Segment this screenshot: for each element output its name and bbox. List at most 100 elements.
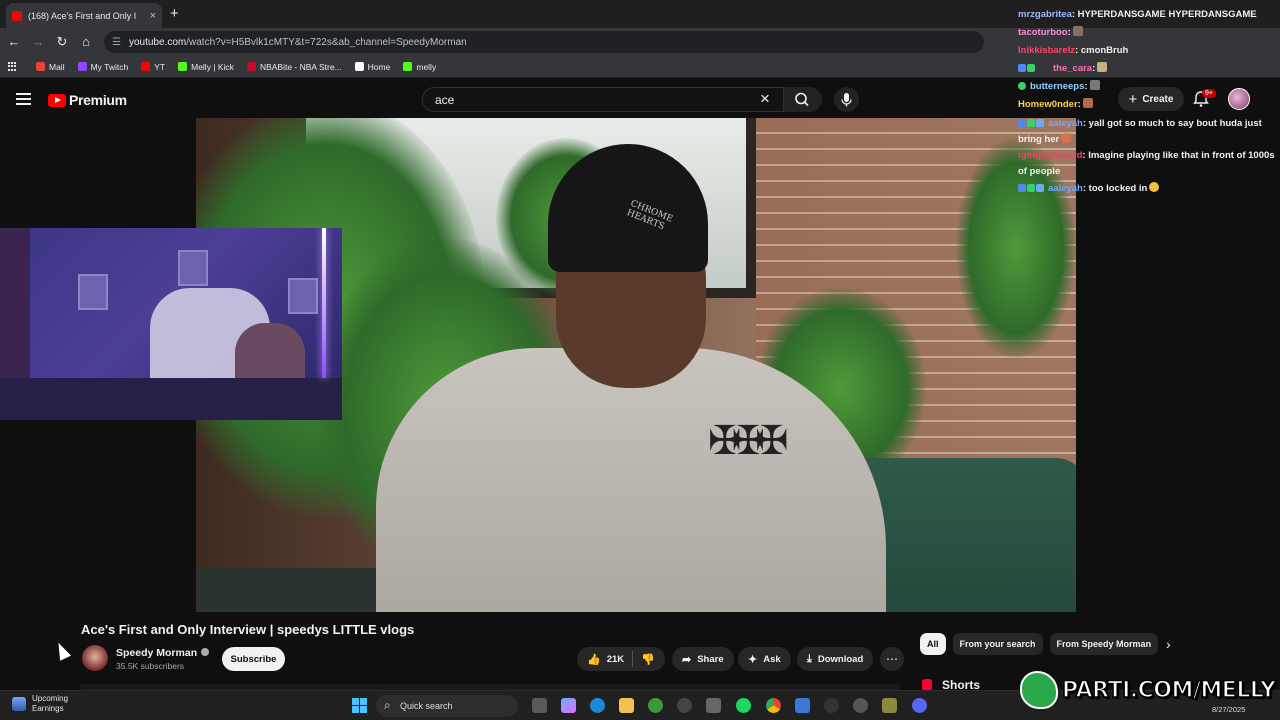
chat-badge-icon (1018, 64, 1026, 72)
forward-arrow-icon[interactable]: → (30, 34, 46, 49)
bookmark-mail[interactable]: Mail (36, 62, 65, 72)
emote-icon (1072, 26, 1083, 36)
mascot-logo-icon (1020, 671, 1058, 709)
emote-icon (1089, 80, 1100, 90)
webcam-overlay (0, 228, 342, 420)
start-windows-icon[interactable] (352, 698, 367, 713)
taskbar-search[interactable]: Quick search (376, 695, 518, 717)
url-host: youtube.com (128, 36, 187, 48)
download-icon: ⤓ (807, 652, 812, 665)
mouse-cursor-icon (52, 640, 72, 661)
bookmark-my-twitch[interactable]: My Twitch (77, 62, 128, 72)
discord-icon[interactable] (912, 698, 927, 713)
stream-branding-overlay: PARTI.COM/MELLY (1020, 668, 1278, 712)
chat-badge-icon (1027, 64, 1035, 72)
subscribe-button[interactable]: Subscribe (222, 647, 285, 671)
cross-logo-icon: ✠✠✠ (708, 419, 788, 463)
home-icon[interactable]: ⌂ (78, 34, 94, 49)
close-tab-icon[interactable]: × (150, 10, 156, 22)
emote-icon (1082, 98, 1093, 108)
chat-badge-icon (1018, 119, 1026, 127)
search-icon (795, 92, 809, 107)
gmail-icon (36, 62, 45, 71)
browser-tab-youtube[interactable]: (168) Ace's First and Only I × (6, 3, 162, 28)
branding-text: PARTI.COM/MELLY (1061, 677, 1276, 704)
channel-name[interactable]: Speedy Morman (116, 647, 210, 659)
bookmark-melly[interactable]: melly (403, 62, 436, 72)
microphone-icon (841, 93, 852, 107)
new-tab-button[interactable]: + (170, 5, 179, 22)
chrome-icon[interactable] (766, 698, 781, 713)
reload-icon[interactable]: ↻ (54, 34, 70, 50)
widgets-button[interactable]: Upcoming Earnings (12, 694, 68, 714)
chat-message: Homew0nder: (1018, 96, 1278, 114)
thumbs-down-icon[interactable]: 👎 (641, 653, 655, 666)
youtube-premium-logo[interactable]: Premium (48, 92, 127, 108)
file-explorer-icon[interactable] (619, 698, 634, 713)
bookmark-yt[interactable]: YT (141, 62, 165, 72)
chat-badge-icon (1027, 184, 1035, 192)
stream-chat-overlay: mrzgabritea: HYPERDANSGAME HYPERDANSGAME… (1014, 0, 1280, 200)
search-button[interactable] (784, 87, 822, 112)
task-view-icon[interactable] (532, 698, 547, 713)
download-button[interactable]: ⤓ Download (797, 647, 874, 671)
chip-all[interactable]: All (920, 633, 946, 655)
xbox-icon[interactable] (648, 698, 663, 713)
x-logo-icon (354, 62, 364, 71)
media-player-icon[interactable] (824, 698, 839, 713)
like-count[interactable]: 21K (607, 654, 624, 665)
subscriber-count: 35.5K subscribers (116, 661, 185, 671)
chevron-right-icon[interactable]: › (1166, 636, 1171, 652)
chip-from-speedy-morman[interactable]: From Speedy Morman (1049, 633, 1159, 655)
share-button[interactable]: ➦ Share (672, 647, 734, 671)
share-arrow-icon: ➦ (682, 653, 692, 666)
kick-icon (178, 62, 188, 71)
app-icon[interactable] (853, 698, 868, 713)
related-filter-chips: All From your search From Speedy Morman (920, 633, 1165, 655)
menu-hamburger-icon[interactable] (16, 93, 31, 105)
youtube-favicon-icon (12, 10, 22, 21)
photos-icon[interactable] (795, 698, 810, 713)
emote-icon (1149, 182, 1160, 192)
led-light-strip (322, 228, 326, 378)
ask-button[interactable]: ✦ Ask (738, 647, 791, 671)
more-actions-button[interactable]: ⋯ (880, 647, 904, 671)
apps-grid-icon[interactable] (8, 61, 18, 72)
app-icon[interactable] (882, 698, 897, 713)
chat-message: lgirlgymbaayd: Imagine playing like that… (1018, 150, 1275, 177)
bookmark-nbabite[interactable]: NBABite - NBA Stre... (246, 62, 342, 72)
chat-message: mrzgabritea: HYPERDANSGAME HYPERDANSGAME (1018, 9, 1257, 20)
thumbs-up-icon[interactable]: 👍 (587, 653, 601, 666)
chat-message: the_cara: (1018, 60, 1278, 78)
channel-avatar[interactable] (82, 645, 108, 671)
verified-icon (201, 648, 210, 656)
search-input[interactable]: ace (422, 87, 784, 112)
copilot-icon[interactable] (561, 698, 576, 713)
sparkle-icon: ✦ (748, 653, 758, 666)
chat-message: aaleyah: too locked in (1018, 180, 1278, 198)
bookmark-melly-kick[interactable]: Melly | Kick (178, 62, 234, 72)
emote-icon (1097, 62, 1108, 72)
site-info-icon[interactable]: ☰ (112, 37, 121, 48)
twitch-icon (77, 62, 87, 71)
stocks-widget-icon (12, 697, 26, 711)
voice-search-button[interactable] (834, 87, 859, 112)
clear-search-icon[interactable]: × (760, 90, 770, 107)
chat-badge-icon (1018, 82, 1026, 90)
spotify-icon[interactable] (736, 698, 751, 713)
emote-icon (1061, 133, 1072, 143)
youtube-play-icon (48, 93, 66, 107)
chat-badge-icon (1036, 184, 1044, 192)
url-bar[interactable]: ☰ youtube.com /watch?v=H5Bvlk1cMTY&t=722… (104, 31, 984, 53)
chat-message: aaleyah: yall got so much to say bout hu… (1018, 118, 1262, 145)
bookmark-home[interactable]: Home (354, 62, 390, 72)
chip-from-your-search[interactable]: From your search (952, 633, 1043, 655)
chat-message: tacoturboo: (1018, 24, 1278, 42)
url-path: /watch?v=H5Bvlk1cMTY&t=722s&ab_channel=S… (186, 36, 467, 48)
store-icon[interactable] (706, 698, 721, 713)
back-arrow-icon[interactable]: ← (6, 34, 22, 49)
tab-title: (168) Ace's First and Only I (28, 10, 137, 21)
steam-icon[interactable] (677, 698, 692, 713)
edge-icon[interactable] (590, 698, 605, 713)
like-dislike-group: 👍 21K 👎 (577, 647, 665, 671)
